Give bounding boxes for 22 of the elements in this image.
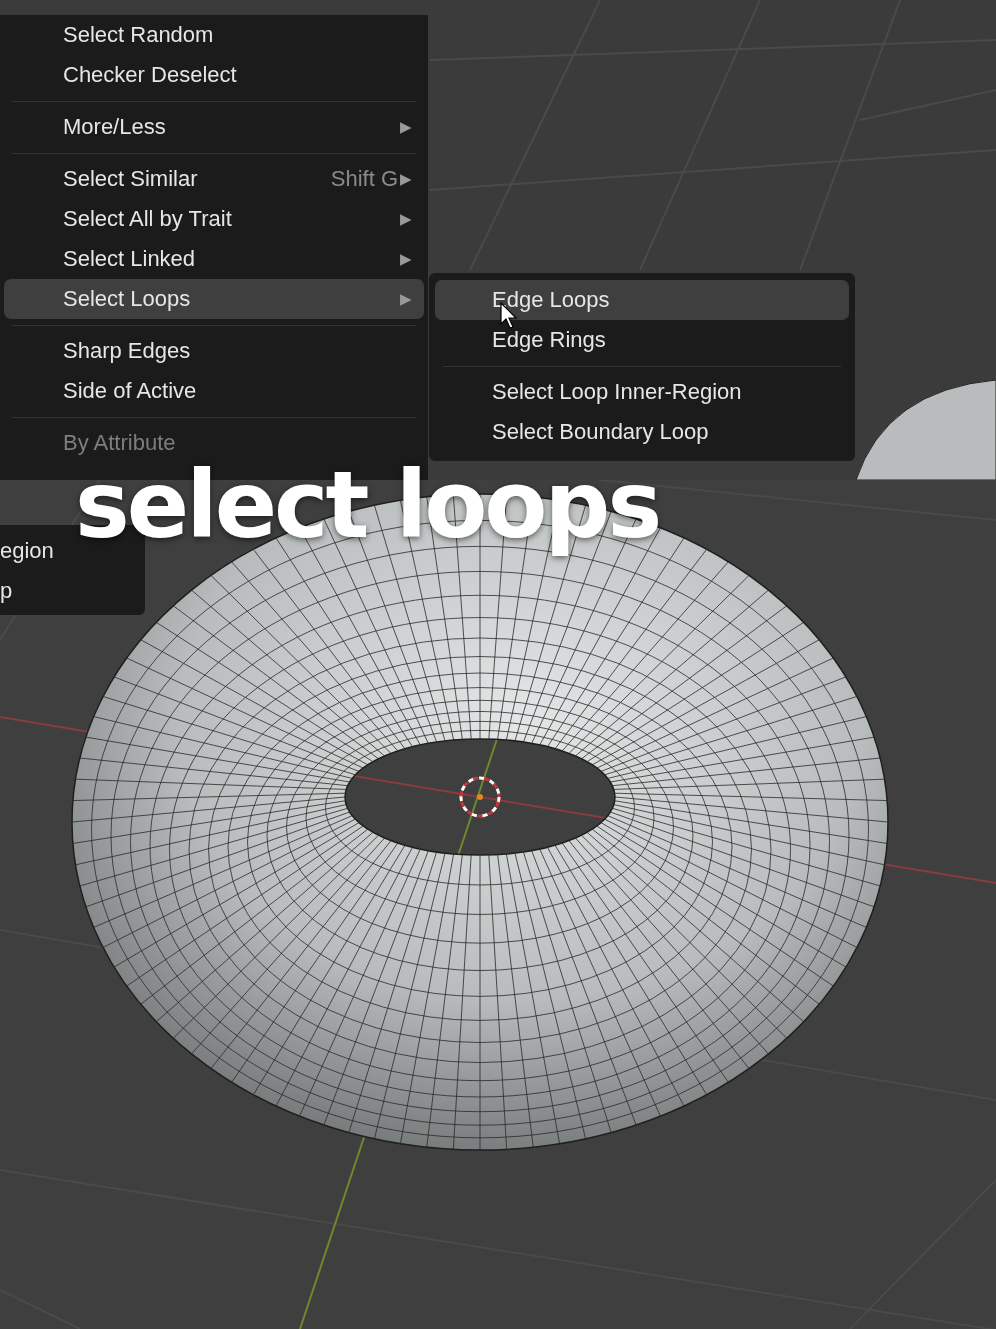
menu-item[interactable]: More/Less ▶: [4, 107, 424, 147]
cursor-crosshair-icon: [459, 776, 501, 818]
menu-item[interactable]: Select Boundary Loop: [435, 412, 849, 452]
submenu-arrow-icon: ▶: [400, 210, 412, 228]
menu-item[interactable]: Edge Rings: [435, 320, 849, 360]
menu-item[interactable]: Side of Active: [4, 371, 424, 411]
menu-item[interactable]: Sharp Edges: [4, 331, 424, 371]
menu-item[interactable]: Checker Deselect: [4, 55, 424, 95]
submenu-arrow-icon: ▶: [400, 290, 412, 308]
menu-item[interactable]: Select Random: [4, 15, 424, 55]
submenu-arrow-icon: ▶: [400, 250, 412, 268]
shortcut-label: Shift G: [330, 166, 398, 192]
menu-item[interactable]: Select Loop Inner-Region: [435, 372, 849, 412]
menu-item[interactable]: Edge Loops: [435, 280, 849, 320]
submenu-arrow-icon: ▶: [400, 118, 412, 136]
submenu-arrow-icon: ▶: [400, 170, 412, 188]
menu-item[interactable]: egion: [0, 531, 54, 571]
menu-item[interactable]: p: [0, 571, 13, 611]
menu-item[interactable]: Select All by Trait ▶: [4, 199, 424, 239]
menu-item[interactable]: Select Similar Shift G▶: [4, 159, 424, 199]
menu-item[interactable]: Select Linked ▶: [4, 239, 424, 279]
menu-item[interactable]: Select Loops ▶: [4, 279, 424, 319]
